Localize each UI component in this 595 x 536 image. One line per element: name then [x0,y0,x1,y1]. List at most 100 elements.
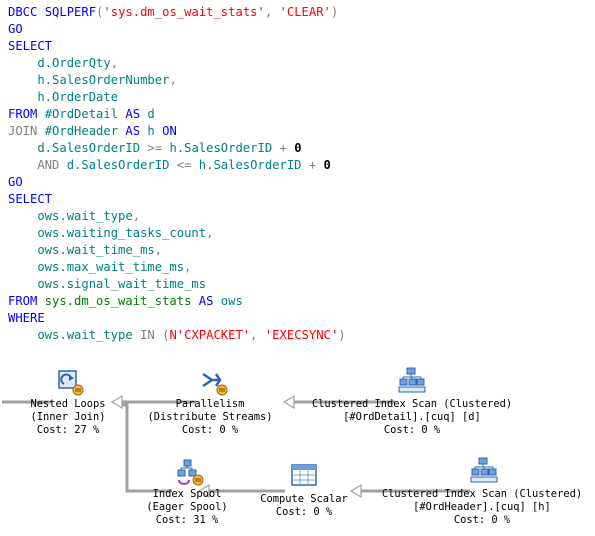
code-token: sys.dm_os_wait_stats [44,294,199,308]
code-line: ows.wait_time_ms, [8,242,346,259]
execution-plan: Nested Loops (Inner Join) Cost: 27 % Par… [0,360,595,536]
code-token: ows.wait_time_ms [8,243,155,257]
node-detail: (Distribute Streams) [147,411,273,423]
nested-loops-icon[interactable] [56,368,84,396]
node-detail: [#OrdDetail].[cuq] [d] [343,411,481,423]
code-token: >= [147,141,170,155]
code-line: DBCC SQLPERF('sys.dm_os_wait_stats', 'CL… [8,4,346,21]
node-detail: [#OrdHeader].[cuq] [h] [413,501,551,513]
code-token: ows.max_wait_time_ms [8,260,185,274]
node-cost: Cost: 0 % [275,506,333,518]
code-token: ) [338,328,346,342]
node-cost: Cost: 27 % [36,424,100,436]
code-token: d.SalesOrderID [66,158,177,172]
node-name: Clustered Index Scan (Clustered) [381,488,583,500]
code-token: , [184,260,192,274]
code-token: d.SalesOrderID [8,141,148,155]
node-detail: (Eager Spool) [146,501,228,513]
code-token: JOIN [8,124,45,138]
code-token: #OrdHeader [44,124,126,138]
index-spool-icon[interactable] [176,458,204,486]
code-token: AS [198,294,221,308]
code-token: <= [176,158,199,172]
code-token: d.OrderQty [8,56,111,70]
code-token: h [147,124,163,138]
node-cost: Cost: 0 % [453,514,511,526]
code-token: + [308,158,324,172]
code-line: d.SalesOrderID >= h.SalesOrderID + 0 [8,140,346,157]
code-token: , [110,56,119,70]
query-editor[interactable]: DBCC SQLPERF('sys.dm_os_wait_stats', 'CL… [8,4,346,344]
plan-node-scan-orddetail[interactable]: Clustered Index Scan (Clustered) [#OrdDe… [302,398,522,437]
node-detail: (Inner Join) [30,411,106,423]
code-token: #OrdDetail [44,107,126,121]
code-token: FROM [8,107,45,121]
code-token: d [147,107,155,121]
code-token: AS [125,107,148,121]
code-token: h.SalesOrderID [198,158,309,172]
code-token: ows [220,294,243,308]
code-token: AS [125,124,148,138]
code-token: DBCC [8,5,45,19]
code-token: 'sys.dm_os_wait_stats' [103,5,265,19]
code-token: + [279,141,295,155]
parallelism-icon[interactable] [200,368,228,396]
code-token: h.OrderDate [8,90,119,104]
plan-node-parallelism[interactable]: Parallelism (Distribute Streams) Cost: 0… [146,398,274,437]
code-token: SELECT [8,192,53,206]
code-line: GO [8,174,346,191]
node-cost: Cost: 0 % [383,424,441,436]
plan-node-compute-scalar[interactable]: Compute Scalar Cost: 0 % [252,493,356,519]
node-name: Parallelism [175,398,245,410]
node-name: Nested Loops [30,398,106,410]
code-line: WHERE [8,310,346,327]
compute-scalar-icon[interactable] [290,462,318,490]
code-token: , [154,243,163,257]
clustered-index-scan-icon[interactable] [398,366,426,394]
code-token: FROM [8,294,45,308]
code-token: ows.signal_wait_time_ms [8,277,207,291]
plan-node-index-spool[interactable]: Index Spool (Eager Spool) Cost: 31 % [142,488,232,527]
code-line: h.SalesOrderNumber, [8,72,346,89]
code-token: GO [8,22,23,36]
code-line: d.OrderQty, [8,55,346,72]
node-name: Compute Scalar [260,493,348,505]
code-token: , [250,328,265,342]
plan-node-scan-ordheader[interactable]: Clustered Index Scan (Clustered) [#OrdHe… [372,488,592,527]
code-line: SELECT [8,38,346,55]
code-line: SELECT [8,191,346,208]
code-line: ows.wait_type IN (N'CXPACKET', 'EXECSYNC… [8,327,346,344]
code-token: SELECT [8,39,53,53]
node-cost: Cost: 0 % [181,424,239,436]
code-line: JOIN #OrdHeader AS h ON [8,123,346,140]
code-token: AND [8,158,67,172]
code-line: FROM sys.dm_os_wait_stats AS ows [8,293,346,310]
code-token: SQLPERF [44,5,97,19]
code-token: ON [162,124,177,138]
code-line: FROM #OrdDetail AS d [8,106,346,123]
code-token: WHERE [8,311,45,325]
code-token: ) [330,5,339,19]
code-token: IN [140,328,163,342]
node-name: Clustered Index Scan (Clustered) [311,398,513,410]
code-token: ows.wait_type [8,328,141,342]
code-token: , [132,209,141,223]
code-token: ows.waiting_tasks_count [8,226,207,240]
code-token: 'CLEAR' [279,5,331,19]
plan-node-nested-loops[interactable]: Nested Loops (Inner Join) Cost: 27 % [26,398,110,437]
code-line: AND d.SalesOrderID <= h.SalesOrderID + 0 [8,157,346,174]
code-line: ows.waiting_tasks_count, [8,225,346,242]
code-line: ows.wait_type, [8,208,346,225]
code-token: , [264,5,280,19]
clustered-index-scan-icon[interactable] [470,456,498,484]
code-line: h.OrderDate [8,89,346,106]
code-token: h.SalesOrderNumber [8,73,170,87]
code-line: ows.max_wait_time_ms, [8,259,346,276]
code-line: ows.signal_wait_time_ms [8,276,346,293]
code-token: GO [8,175,23,189]
code-token: ows.wait_type [8,209,133,223]
node-cost: Cost: 31 % [155,514,219,526]
code-token: h.SalesOrderID [169,141,280,155]
code-line: GO [8,21,346,38]
code-token: 0 [323,158,331,172]
